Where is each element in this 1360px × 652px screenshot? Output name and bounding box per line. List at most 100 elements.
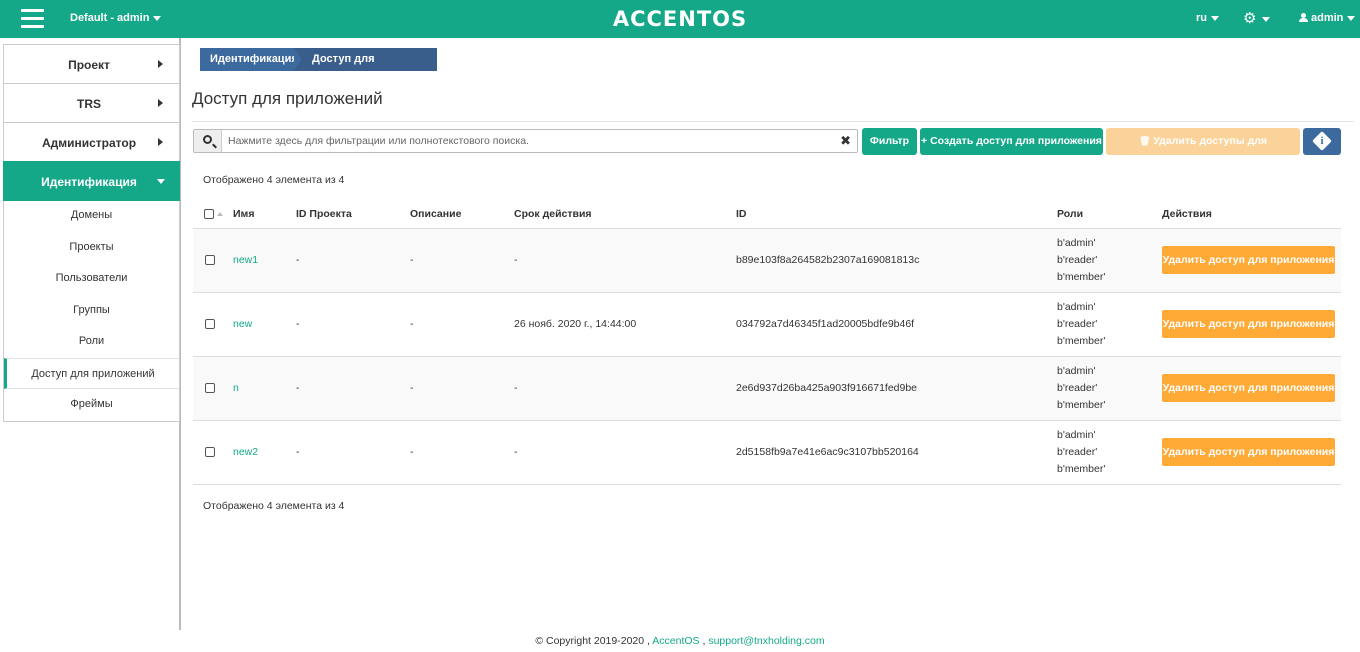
table-row: new1 - - - b89e103f8a264582b2307a1690818… bbox=[193, 228, 1341, 293]
support-email-link[interactable]: support@tnxholding.com bbox=[708, 635, 824, 647]
role-item: b'member' bbox=[1057, 270, 1106, 283]
column-header-actions: Действия bbox=[1162, 200, 1341, 229]
id-cell: b89e103f8a264582b2307a169081813c bbox=[736, 228, 1057, 293]
expires-cell: - bbox=[514, 356, 736, 421]
project-id-cell: - bbox=[296, 356, 410, 421]
sidebar-subitem-groups[interactable]: Группы bbox=[4, 295, 179, 327]
sidebar-subitem-projects[interactable]: Проекты bbox=[4, 232, 179, 264]
create-credential-button[interactable]: + Создать доступ для приложения bbox=[920, 128, 1103, 155]
column-header-project-id[interactable]: ID Проекта bbox=[296, 200, 410, 229]
logo: ACCENTOS bbox=[612, 7, 748, 31]
role-item: b'reader' bbox=[1057, 253, 1098, 266]
delete-credentials-button[interactable]: 🗑 Удалить доступы для приложений bbox=[1106, 128, 1300, 174]
sidebar-item-label: Администратор bbox=[41, 136, 137, 150]
column-header-description[interactable]: Описание bbox=[410, 200, 514, 229]
footer: © Copyright 2019-2020 , AccentOS , suppo… bbox=[0, 635, 1360, 647]
language-dropdown[interactable]: ru bbox=[1196, 12, 1219, 24]
items-count: Отображено 4 элемента из 4 bbox=[203, 174, 345, 186]
search-input[interactable] bbox=[228, 133, 828, 149]
role-item: b'admin' bbox=[1057, 300, 1096, 313]
breadcrumb-item-current: Доступ для приложений bbox=[294, 48, 437, 88]
column-header-expires[interactable]: Срок действия bbox=[514, 200, 736, 229]
chevron-right-icon bbox=[158, 138, 163, 146]
table-row: new2 - - - 2d5158fb9a7e41e6ac9c3107bb520… bbox=[193, 420, 1341, 485]
chevron-down-icon bbox=[157, 179, 165, 184]
filter-button[interactable]: Фильтр bbox=[862, 128, 917, 155]
row-checkbox[interactable] bbox=[205, 383, 215, 394]
sidebar-subitem-roles[interactable]: Роли bbox=[4, 326, 179, 358]
sidebar-item-identity[interactable]: Идентификация bbox=[3, 161, 180, 201]
row-checkbox[interactable] bbox=[205, 447, 215, 458]
sidebar-subitem-domains[interactable]: Домены bbox=[4, 200, 179, 232]
create-credential-label: Создать доступ для приложения bbox=[930, 135, 1102, 147]
search-button[interactable] bbox=[194, 130, 222, 152]
trash-icon: 🗑 bbox=[1138, 136, 1151, 146]
delete-credential-button[interactable]: Удалить доступ для приложения bbox=[1162, 438, 1335, 466]
info-icon-glyph: i bbox=[1320, 135, 1324, 147]
settings-dropdown[interactable]: ⚙ bbox=[1243, 9, 1271, 27]
breadcrumb-item-identity[interactable]: Идентификация bbox=[200, 48, 302, 71]
copyright-text: © Copyright 2019-2020 , bbox=[535, 635, 650, 647]
credential-name-link[interactable]: n bbox=[233, 382, 239, 394]
chevron-down-icon bbox=[1211, 15, 1219, 21]
accentos-link[interactable]: AccentOS bbox=[652, 635, 699, 647]
sort-icon[interactable] bbox=[217, 211, 223, 216]
select-all-checkbox[interactable] bbox=[204, 208, 214, 219]
column-header-id[interactable]: ID bbox=[736, 200, 1057, 229]
breadcrumb: Идентификация Доступ для приложений bbox=[200, 48, 437, 88]
name-cell: n bbox=[233, 356, 296, 421]
delete-credential-button[interactable]: Удалить доступ для приложения bbox=[1162, 246, 1335, 274]
delete-credentials-label: Удалить доступы для приложений bbox=[1153, 135, 1268, 174]
search-icon bbox=[203, 135, 212, 144]
sidebar-item-label: TRS bbox=[77, 97, 101, 111]
row-select-cell bbox=[193, 356, 233, 421]
divider bbox=[192, 121, 1354, 122]
id-cell: 034792a7d46345f1ad20005bdfe9b46f bbox=[736, 292, 1057, 357]
credential-name-link[interactable]: new bbox=[233, 318, 252, 330]
delete-credential-button[interactable]: Удалить доступ для приложения bbox=[1162, 374, 1335, 402]
language-label: ru bbox=[1196, 12, 1207, 24]
top-bar: Default - admin ACCENTOS ru ⚙ admin bbox=[0, 0, 1360, 38]
id-cell: 2d5158fb9a7e41e6ac9c3107bb520164 bbox=[736, 420, 1057, 485]
column-header-name[interactable]: Имя bbox=[233, 200, 296, 229]
sidebar-item-trs[interactable]: TRS bbox=[3, 83, 180, 123]
select-all-cell bbox=[193, 200, 233, 229]
description-cell: - bbox=[410, 228, 514, 293]
gear-icon: ⚙ bbox=[1243, 10, 1257, 27]
row-checkbox[interactable] bbox=[205, 255, 215, 266]
row-checkbox[interactable] bbox=[205, 319, 215, 330]
info-button[interactable]: i bbox=[1303, 128, 1341, 155]
row-select-cell bbox=[193, 228, 233, 293]
user-label: admin bbox=[1311, 12, 1344, 24]
delete-credential-button[interactable]: Удалить доступ для приложения bbox=[1162, 310, 1335, 338]
search-bar: ✖ bbox=[193, 129, 858, 153]
project-id-cell: - bbox=[296, 420, 410, 485]
chevron-right-icon bbox=[158, 60, 163, 68]
chevron-down-icon bbox=[1262, 16, 1271, 22]
expires-cell: - bbox=[514, 420, 736, 485]
sidebar-subitem-users[interactable]: Пользователи bbox=[4, 263, 179, 295]
credential-name-link[interactable]: new1 bbox=[233, 254, 258, 266]
clear-icon[interactable]: ✖ bbox=[840, 133, 851, 149]
expires-cell: - bbox=[514, 228, 736, 293]
id-cell: 2e6d937d26ba425a903f916671fed9be bbox=[736, 356, 1057, 421]
sidebar-submenu: Домены Проекты Пользователи Группы Роли … bbox=[3, 200, 180, 422]
column-header-roles[interactable]: Роли bbox=[1057, 200, 1162, 229]
credential-name-link[interactable]: new2 bbox=[233, 446, 258, 458]
name-cell: new bbox=[233, 292, 296, 357]
sidebar-subitem-frames[interactable]: Фреймы bbox=[4, 389, 179, 421]
description-cell: - bbox=[410, 420, 514, 485]
user-dropdown[interactable]: admin bbox=[1299, 12, 1356, 24]
sidebar-item-project[interactable]: Проект bbox=[3, 44, 180, 84]
roles-cell: b'admin' b'reader' b'member' bbox=[1057, 292, 1162, 357]
role-item: b'member' bbox=[1057, 398, 1106, 411]
sidebar-item-label: Проект bbox=[68, 58, 110, 72]
role-item: b'admin' bbox=[1057, 236, 1096, 249]
page-title: Доступ для приложений bbox=[192, 89, 383, 108]
sidebar-subitem-app-credentials[interactable]: Доступ для приложений bbox=[4, 357, 179, 389]
actions-cell: Удалить доступ для приложения bbox=[1162, 356, 1341, 421]
sidebar-item-admin[interactable]: Администратор bbox=[3, 122, 180, 162]
role-item: b'member' bbox=[1057, 462, 1106, 475]
roles-cell: b'admin' b'reader' b'member' bbox=[1057, 356, 1162, 421]
role-item: b'admin' bbox=[1057, 364, 1096, 377]
